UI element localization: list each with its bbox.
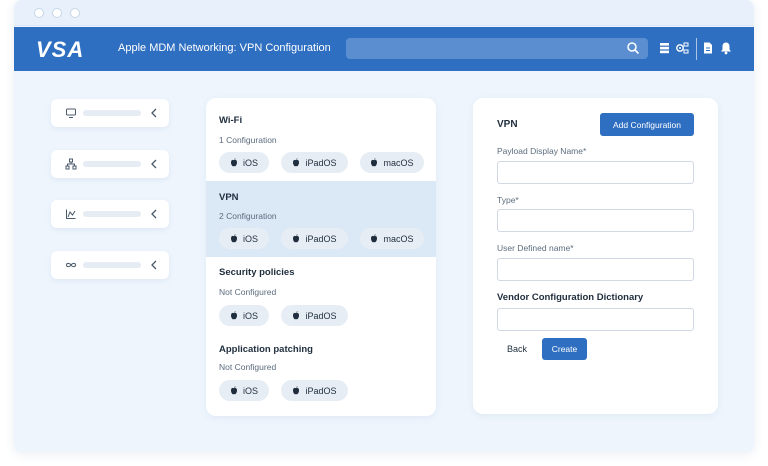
window-control-dot[interactable] [52,8,62,18]
config-section-security-policies[interactable]: Security policies Not Configured iOS iPa… [206,257,436,334]
create-button[interactable]: Create [542,338,587,360]
window-control-dot[interactable] [70,8,80,18]
server-stack-icon[interactable] [658,41,672,55]
type-field[interactable] [497,209,694,232]
sidebar-placeholder-bar [83,161,141,167]
sidebar-placeholder-bar [83,211,141,217]
apple-icon [293,158,300,167]
sidebar-placeholder-bar [83,262,141,268]
apple-icon [371,158,378,167]
chip-label: macOS [383,233,414,244]
section-status: Not Configured [219,287,277,297]
monitor-icon [66,108,76,118]
platform-chip-ipados[interactable]: iPadOS [281,152,348,173]
chevron-left-icon[interactable] [149,107,159,119]
section-title: Application patching [219,344,313,355]
vendor-configuration-heading: Vendor Configuration Dictionary [497,292,644,303]
logo-text: VSA [36,37,84,61]
search-input[interactable] [346,38,648,59]
platform-chip-ios[interactable]: iOS [219,380,269,401]
sidebar-item-network[interactable] [51,150,169,178]
vpn-form: VPN Add Configuration Payload Display Na… [473,98,718,414]
chip-label: iOS [242,310,258,321]
chip-label: iPadOS [305,385,337,396]
section-title: Security policies [219,267,295,278]
user-defined-name-field[interactable] [497,258,694,281]
bell-icon[interactable] [719,41,733,55]
apple-icon [230,234,237,243]
platform-chip-macos[interactable]: macOS [360,152,424,173]
user-defined-name-label: User Defined name* [497,243,574,253]
network-icon [65,158,77,170]
section-title: Wi-Fi [219,115,243,126]
top-bar: VSA Apple MDM Networking: VPN Configurat… [14,27,754,71]
chevron-left-icon[interactable] [149,208,159,220]
sidebar-placeholder-bar [83,110,141,116]
chip-label: iOS [242,157,258,168]
section-status: 1 Configuration [219,135,277,145]
window-control-dot[interactable] [34,8,44,18]
chip-label: iPadOS [305,233,337,244]
add-configuration-button[interactable]: Add Configuration [600,113,694,136]
app-window: VSA Apple MDM Networking: VPN Configurat… [14,0,754,452]
apple-icon [230,386,237,395]
payload-display-name-field[interactable] [497,161,694,184]
apple-icon [371,234,378,243]
infinity-icon [65,262,77,268]
sidebar-item-devices[interactable] [51,99,169,127]
vsa-logo: VSA [36,37,84,61]
apple-icon [293,311,300,320]
section-title: VPN [219,192,239,203]
chip-label: iOS [242,233,258,244]
chip-label: iPadOS [305,157,337,168]
divider [696,38,697,60]
sidebar-item-integrations[interactable] [51,251,169,279]
form-title: VPN [497,119,518,130]
apple-icon [293,386,300,395]
section-status: Not Configured [219,362,277,372]
chip-label: iPadOS [305,310,337,321]
back-button[interactable]: Back [507,344,527,354]
config-section-application-patching[interactable]: Application patching Not Configured iOS … [206,334,436,416]
config-section-wifi[interactable]: Wi-Fi 1 Configuration iOS iPadOS macOS [206,98,436,181]
sidebar-item-reports[interactable] [51,200,169,228]
chip-label: macOS [383,157,414,168]
platform-chip-macos[interactable]: macOS [360,228,424,249]
document-icon[interactable] [701,41,715,55]
chevron-left-icon[interactable] [149,158,159,170]
section-status: 2 Configuration [219,211,277,221]
payload-display-name-label: Payload Display Name* [497,146,587,156]
apple-icon [293,234,300,243]
platform-chip-ios[interactable]: iOS [219,305,269,326]
chart-icon [66,209,76,219]
type-label: Type* [497,195,519,205]
vendor-configuration-field[interactable] [497,308,694,331]
configuration-list: Wi-Fi 1 Configuration iOS iPadOS macOS V… [206,98,436,416]
window-titlebar [14,0,754,26]
platform-chip-ios[interactable]: iOS [219,228,269,249]
search-icon[interactable] [626,41,640,55]
apple-icon [230,158,237,167]
platform-chip-ipados[interactable]: iPadOS [281,305,348,326]
platform-chip-ipados[interactable]: iPadOS [281,228,348,249]
page-title: Apple MDM Networking: VPN Configuration [118,42,331,54]
config-section-vpn[interactable]: VPN 2 Configuration iOS iPadOS macOS [206,181,436,257]
chevron-left-icon[interactable] [149,259,159,271]
settings-network-icon[interactable] [675,41,689,55]
apple-icon [230,311,237,320]
chip-label: iOS [242,385,258,396]
platform-chip-ipados[interactable]: iPadOS [281,380,348,401]
platform-chip-ios[interactable]: iOS [219,152,269,173]
